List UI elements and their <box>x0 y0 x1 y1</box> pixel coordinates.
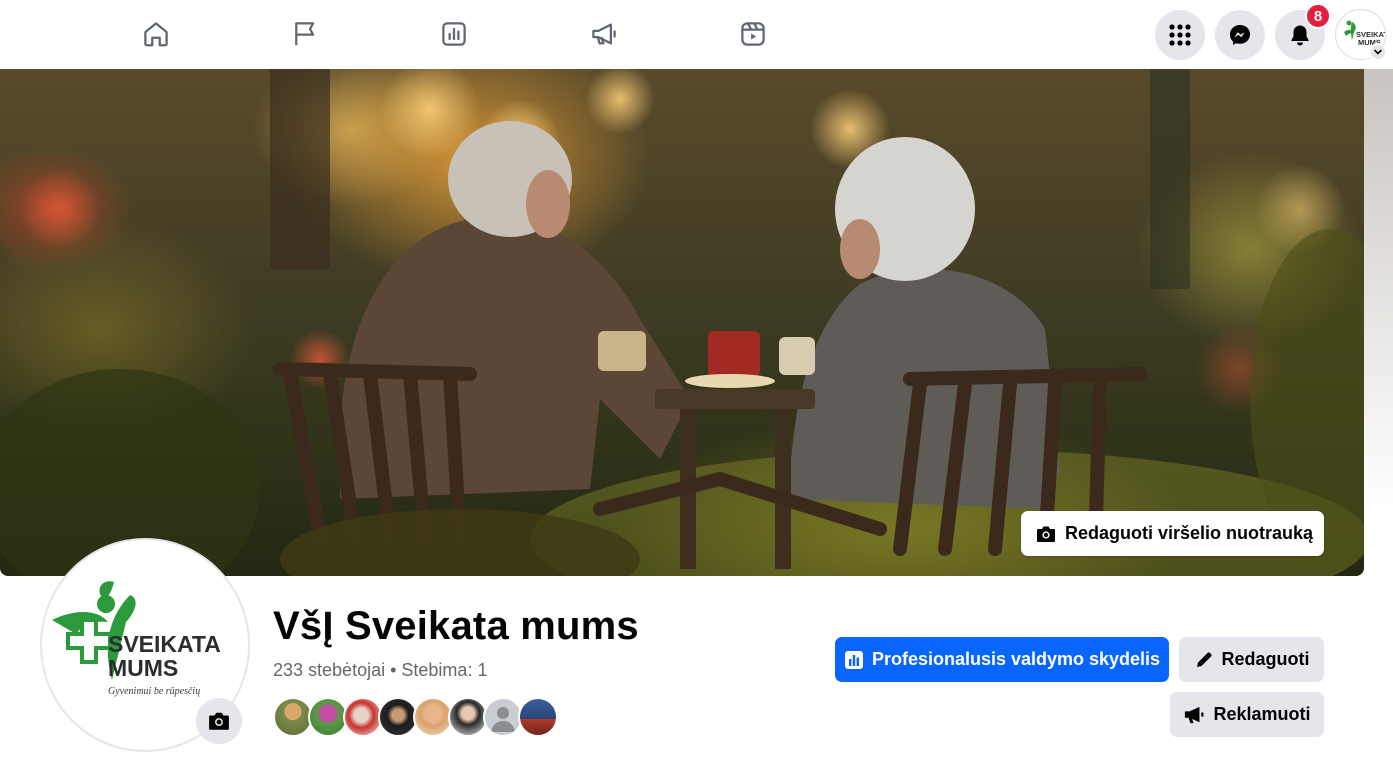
logo-tagline: Gyvenimui be rūpesčių <box>108 686 200 697</box>
update-profile-picture-button[interactable] <box>196 698 242 744</box>
follower-avatar[interactable] <box>413 697 453 737</box>
grid-icon <box>1169 24 1191 46</box>
notification-count-badge: 8 <box>1305 3 1331 29</box>
page-stats: 233 stebėtojai • Stebima: 1 <box>273 660 487 681</box>
messenger-button[interactable] <box>1215 10 1265 60</box>
follower-avatar[interactable] <box>378 697 418 737</box>
professional-dashboard-label: Profesionalusis valdymo skydelis <box>871 649 1161 669</box>
stats-separator: • <box>385 660 402 680</box>
top-navigation-bar: 8 SVEIKATA MUMS <box>0 0 1393 69</box>
edit-cover-label: Redaguoti viršelio nuotrauką <box>1065 523 1314 543</box>
insights-icon <box>844 650 863 669</box>
home-icon[interactable] <box>139 17 173 51</box>
camera-icon <box>1037 526 1055 542</box>
promote-label: Reklamuoti <box>1213 704 1311 724</box>
account-menu-button[interactable]: SVEIKATA MUMS <box>1335 9 1393 61</box>
follower-avatar[interactable] <box>483 697 523 737</box>
reels-icon[interactable] <box>736 17 770 51</box>
follower-avatars <box>273 697 558 737</box>
cover-photo <box>0 69 1364 576</box>
logo-line2: MUMS <box>108 655 178 681</box>
megaphone-icon[interactable] <box>587 17 621 51</box>
followers-count-link[interactable]: 233 stebėtojai <box>273 660 385 680</box>
flag-icon[interactable] <box>288 17 322 51</box>
follower-avatar[interactable] <box>343 697 383 737</box>
default-avatar-icon <box>491 707 515 732</box>
cover-side-shadow <box>1364 69 1393 509</box>
chevron-down-icon <box>1369 43 1387 61</box>
edit-page-button[interactable]: Redaguoti <box>1179 637 1324 682</box>
follower-avatar[interactable] <box>273 697 313 737</box>
following-count-link[interactable]: Stebima: 1 <box>401 660 487 680</box>
professional-dashboard-button[interactable]: Profesionalusis valdymo skydelis <box>835 637 1169 682</box>
notifications-button[interactable]: 8 <box>1275 3 1331 60</box>
insights-icon[interactable] <box>437 17 471 51</box>
promote-button[interactable]: Reklamuoti <box>1170 692 1324 737</box>
menu-grid-button[interactable] <box>1155 10 1205 60</box>
edit-page-label: Redaguoti <box>1221 649 1310 669</box>
follower-avatar[interactable] <box>308 697 348 737</box>
page-title: VšĮ Sveikata mums <box>273 604 639 648</box>
logo-line1: SVEIKATA <box>108 631 221 657</box>
camera-icon <box>209 712 229 730</box>
messenger-icon <box>1230 25 1250 45</box>
megaphone-icon <box>1185 706 1204 723</box>
follower-avatar[interactable] <box>448 697 488 737</box>
pencil-icon <box>1196 651 1212 667</box>
cover-illustration <box>0 69 1364 576</box>
edit-cover-photo-button[interactable]: Redaguoti viršelio nuotrauką <box>1021 511 1324 556</box>
follower-avatar[interactable] <box>518 697 558 737</box>
bell-icon <box>1291 25 1309 46</box>
